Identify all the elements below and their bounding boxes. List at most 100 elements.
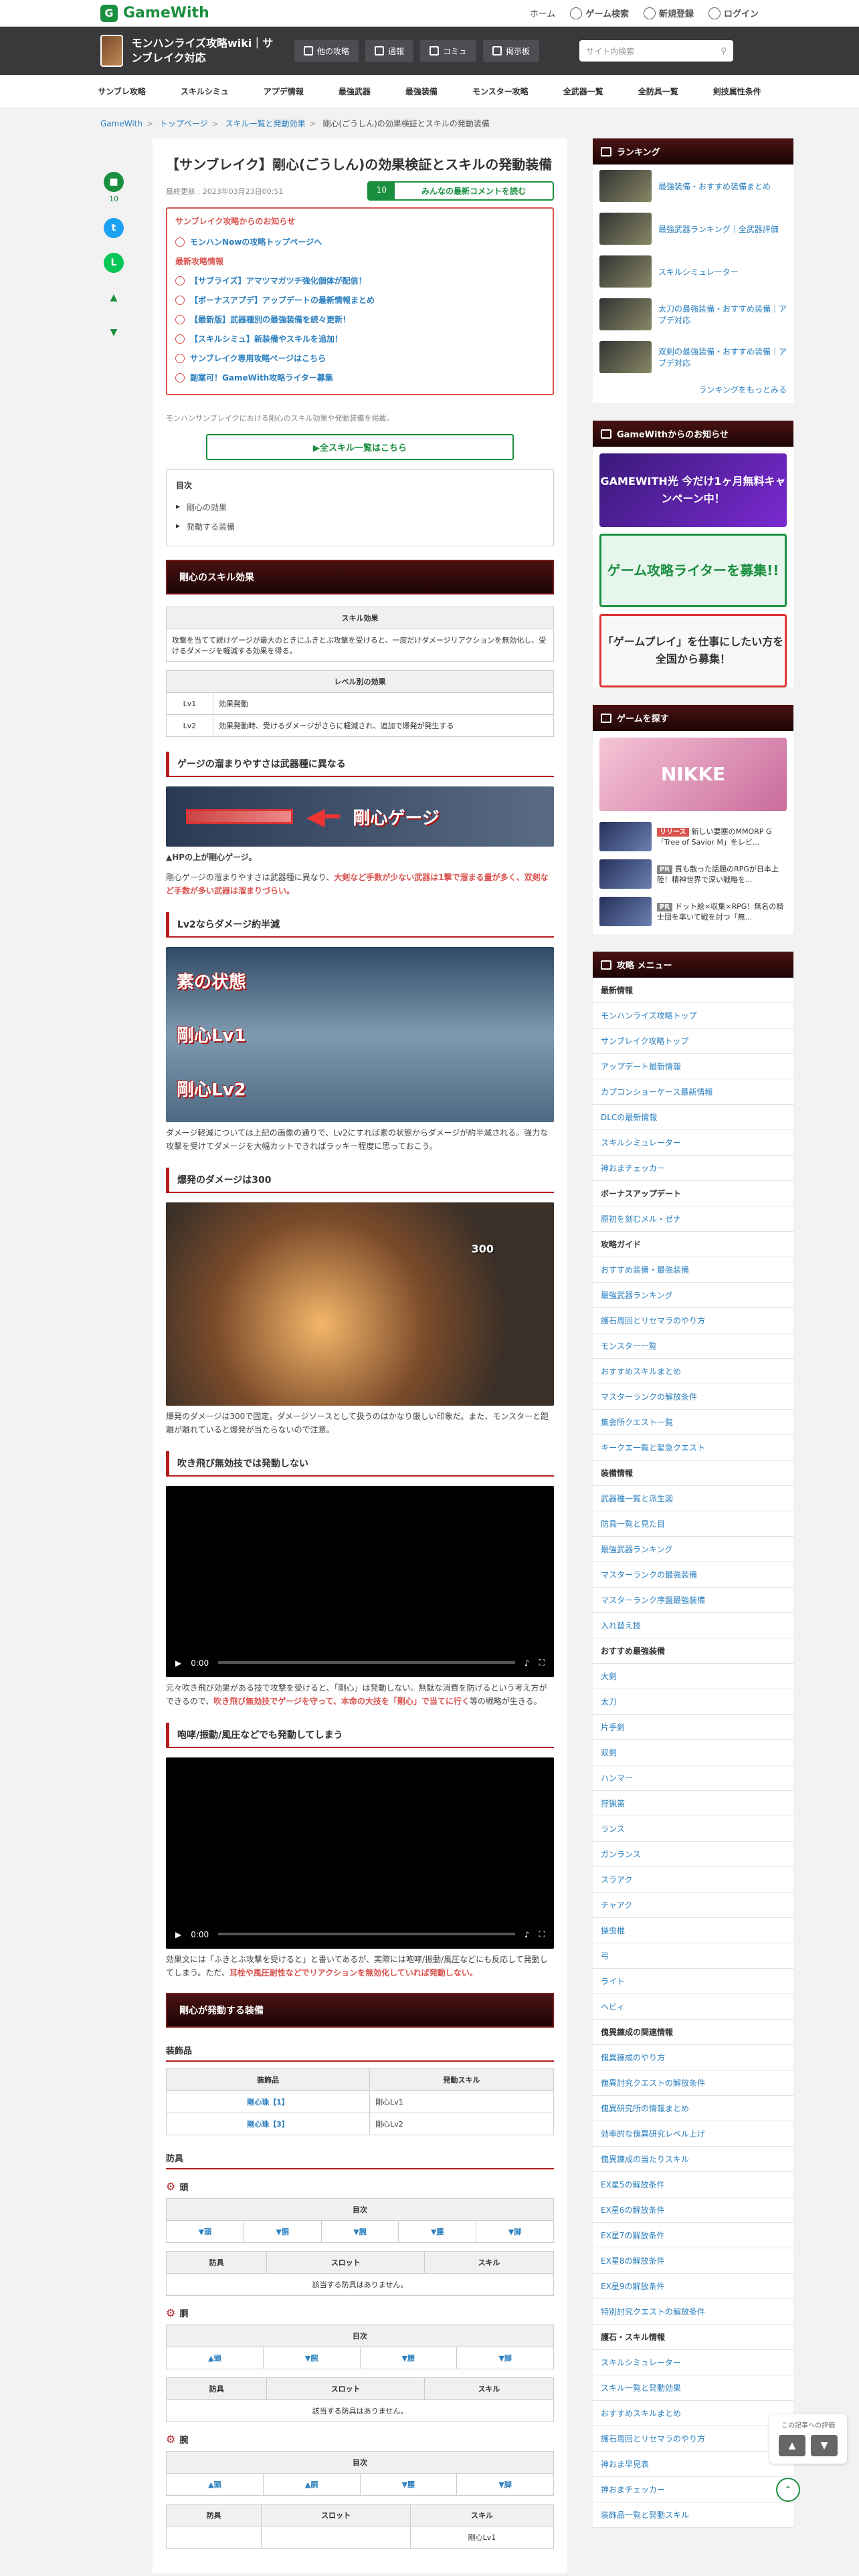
ranking-item[interactable]: 最強武器ランキング｜全武器評価	[593, 207, 793, 250]
game-item[interactable]: リリース 新しい要塞のMMORP G「Tree of Savior M」をレビ..…	[593, 818, 793, 855]
menu-link[interactable]: おすすめ装備・最強装備	[593, 1257, 793, 1283]
menu-link[interactable]: 操虫棍	[593, 1918, 793, 1943]
menu-link[interactable]: モンハンライズ攻略トップ	[593, 1003, 793, 1029]
notice-item[interactable]: モンハンNowの攻略トップページへ	[175, 232, 545, 251]
menu-link[interactable]: 護石周回とリセマラのやり方	[593, 1308, 793, 1333]
part-jump-link[interactable]: ▼頭	[166, 2220, 244, 2243]
community-button[interactable]: コミュ	[420, 39, 477, 62]
menu-link[interactable]: ハンマー	[593, 1765, 793, 1791]
menu-link[interactable]: 神おまチェッカー	[593, 2477, 793, 2502]
decoration-link[interactable]: 剛心珠【1】	[165, 2090, 371, 2113]
menu-link[interactable]: マスターランクの最強装備	[593, 1562, 793, 1588]
thumbs-up-icon[interactable]: ▲	[104, 288, 124, 308]
nav-item[interactable]: 全武器一覧	[546, 75, 621, 108]
play-icon[interactable]: ▶	[175, 1658, 181, 1668]
thumbs-up-icon[interactable]: ▲	[779, 2435, 805, 2456]
part-jump-link[interactable]: ▼腕	[262, 2347, 361, 2369]
toc-item[interactable]: 剛心の効果	[176, 498, 544, 517]
scroll-to-top-button[interactable]: ⌃	[776, 2478, 800, 2502]
all-skills-button[interactable]: ▶全スキル一覧はこちら	[206, 434, 514, 460]
menu-link[interactable]: 防具一覧と見た目	[593, 1511, 793, 1537]
comment-icon[interactable]: ■	[104, 172, 124, 192]
site-title[interactable]: モンハンライズ攻略wiki｜サンブレイク対応	[100, 35, 281, 67]
writer-recruit-banner[interactable]: ゲーム攻略ライターを募集!!	[599, 534, 787, 607]
menu-link[interactable]: EX星7の解放条件	[593, 2223, 793, 2248]
menu-link[interactable]: おすすめスキルまとめ	[593, 1359, 793, 1384]
menu-link[interactable]: マスターランクの解放条件	[593, 1384, 793, 1410]
other-guides-button[interactable]: 他の攻略	[294, 39, 359, 62]
video-seekbar[interactable]	[218, 1933, 515, 1935]
fullscreen-icon[interactable]: ⛶	[539, 1658, 545, 1668]
menu-link[interactable]: スキル一覧と発動効果	[593, 2375, 793, 2401]
menu-link[interactable]: カプコンショーケース最新情報	[593, 1079, 793, 1105]
menu-link[interactable]: 神おま早見表	[593, 2452, 793, 2477]
menu-link[interactable]: 集会所クエスト一覧	[593, 1410, 793, 1435]
ranking-more-link[interactable]: ランキングをもっとみる	[593, 379, 793, 403]
search-input[interactable]: サイト内検索 ⚲	[579, 40, 734, 62]
ranking-item[interactable]: 太刀の最強装備・おすすめ装備｜アプデ対応	[593, 293, 793, 336]
menu-link[interactable]: 装飾品一覧と発動スキル	[593, 2502, 793, 2528]
menu-link[interactable]: 特別討究クエストの解放条件	[593, 2299, 793, 2325]
menu-link[interactable]: 最強武器ランキング	[593, 1283, 793, 1308]
game-search-link[interactable]: ゲーム検索	[570, 7, 629, 19]
read-comments-button[interactable]: 10 みんなの最新コメントを読む	[367, 181, 554, 201]
home-link[interactable]: ホーム	[530, 7, 556, 19]
menu-link[interactable]: モンスター一覧	[593, 1333, 793, 1359]
notice-item[interactable]: 【サブライズ】アマツマガツチ強化個体が配信！	[175, 271, 545, 290]
menu-link[interactable]: 神おまチェッカー	[593, 1156, 793, 1181]
mute-icon[interactable]: ♪	[524, 1930, 530, 1939]
nav-item[interactable]: 剣技属性条件	[696, 75, 779, 108]
ranking-item[interactable]: スキルシミュレーター	[593, 250, 793, 293]
gamewith-logo[interactable]: G GameWith	[100, 4, 209, 22]
menu-link[interactable]: 弓	[593, 1943, 793, 1969]
menu-link[interactable]: ライト	[593, 1969, 793, 1994]
login-link[interactable]: ログイン	[708, 7, 759, 19]
notice-item[interactable]: サンブレイク専用攻略ページはこちら	[175, 348, 545, 368]
board-button[interactable]: 掲示板	[483, 39, 540, 62]
breadcrumb-link[interactable]: スキル一覧と発動効果	[225, 119, 306, 128]
menu-link[interactable]: 効率的な傀異研究レベル上げ	[593, 2121, 793, 2147]
mute-icon[interactable]: ♪	[524, 1658, 530, 1668]
ranking-item[interactable]: 最強装備・おすすめ装備まとめ	[593, 165, 793, 207]
menu-link[interactable]: スキルシミュレーター	[593, 2350, 793, 2375]
menu-link[interactable]: スキルシミュレーター	[593, 1130, 793, 1156]
nav-item[interactable]: 全防具一覧	[621, 75, 696, 108]
menu-link[interactable]: EX星5の解放条件	[593, 2172, 793, 2197]
part-jump-link[interactable]: ▼腰	[398, 2220, 477, 2243]
video-seekbar[interactable]	[218, 1661, 515, 1664]
menu-link[interactable]: 狩猟笛	[593, 1791, 793, 1816]
part-jump-link[interactable]: ▼脚	[456, 2347, 554, 2369]
nav-item[interactable]: スキルシミュ	[163, 75, 246, 108]
part-jump-link[interactable]: ▼腰	[359, 2473, 458, 2496]
decoration-link[interactable]: 剛心珠【3】	[165, 2113, 371, 2135]
nav-item[interactable]: サンブレ攻略	[80, 75, 163, 108]
breadcrumb-link[interactable]: GameWith	[100, 119, 142, 128]
menu-link[interactable]: 原初を刻むメル・ゼナ	[593, 1206, 793, 1232]
menu-link[interactable]: チャアク	[593, 1893, 793, 1918]
report-button[interactable]: 通報	[365, 39, 414, 62]
menu-link[interactable]: 傀異錬成のやり方	[593, 2045, 793, 2070]
line-icon[interactable]: L	[104, 253, 124, 273]
breadcrumb-link[interactable]: トップページ	[160, 119, 208, 128]
notice-item[interactable]: 【最新版】武器種別の最強装備を続々更新！	[175, 310, 545, 329]
menu-link[interactable]: 大剣	[593, 1664, 793, 1689]
menu-link[interactable]: 太刀	[593, 1689, 793, 1715]
menu-link[interactable]: EX星6の解放条件	[593, 2197, 793, 2223]
nikke-banner[interactable]: NIKKE	[599, 738, 787, 811]
part-jump-link[interactable]: ▲頭	[166, 2347, 264, 2369]
twitter-icon[interactable]: t	[104, 218, 124, 238]
part-jump-link[interactable]: ▲胴	[262, 2473, 361, 2496]
video-player[interactable]: ▶ 0:00 ♪ ⛶	[166, 1757, 554, 1949]
nav-item[interactable]: モンスター攻略	[455, 75, 546, 108]
game-item[interactable]: PR 貫も散った話題のRPGが日本上陸！精神世界で深い戦略を...	[593, 855, 793, 893]
thumbs-down-icon[interactable]: ▼	[811, 2435, 838, 2456]
menu-link[interactable]: ヘビィ	[593, 1994, 793, 2020]
gamewith-hikari-banner[interactable]: GAMEWITH光 今だけ1ヶ月無料キャンペーン中！	[599, 453, 787, 527]
menu-link[interactable]: 傀異討究クエストの解放条件	[593, 2070, 793, 2096]
notice-item[interactable]: 副業可！GameWith攻略ライター募集	[175, 368, 545, 387]
nav-item[interactable]: 最強装備	[388, 75, 455, 108]
menu-link[interactable]: 片手剣	[593, 1715, 793, 1740]
menu-link[interactable]: スラアク	[593, 1867, 793, 1893]
menu-link[interactable]: DLCの最新情報	[593, 1105, 793, 1130]
menu-link[interactable]: EX星9の解放条件	[593, 2274, 793, 2299]
